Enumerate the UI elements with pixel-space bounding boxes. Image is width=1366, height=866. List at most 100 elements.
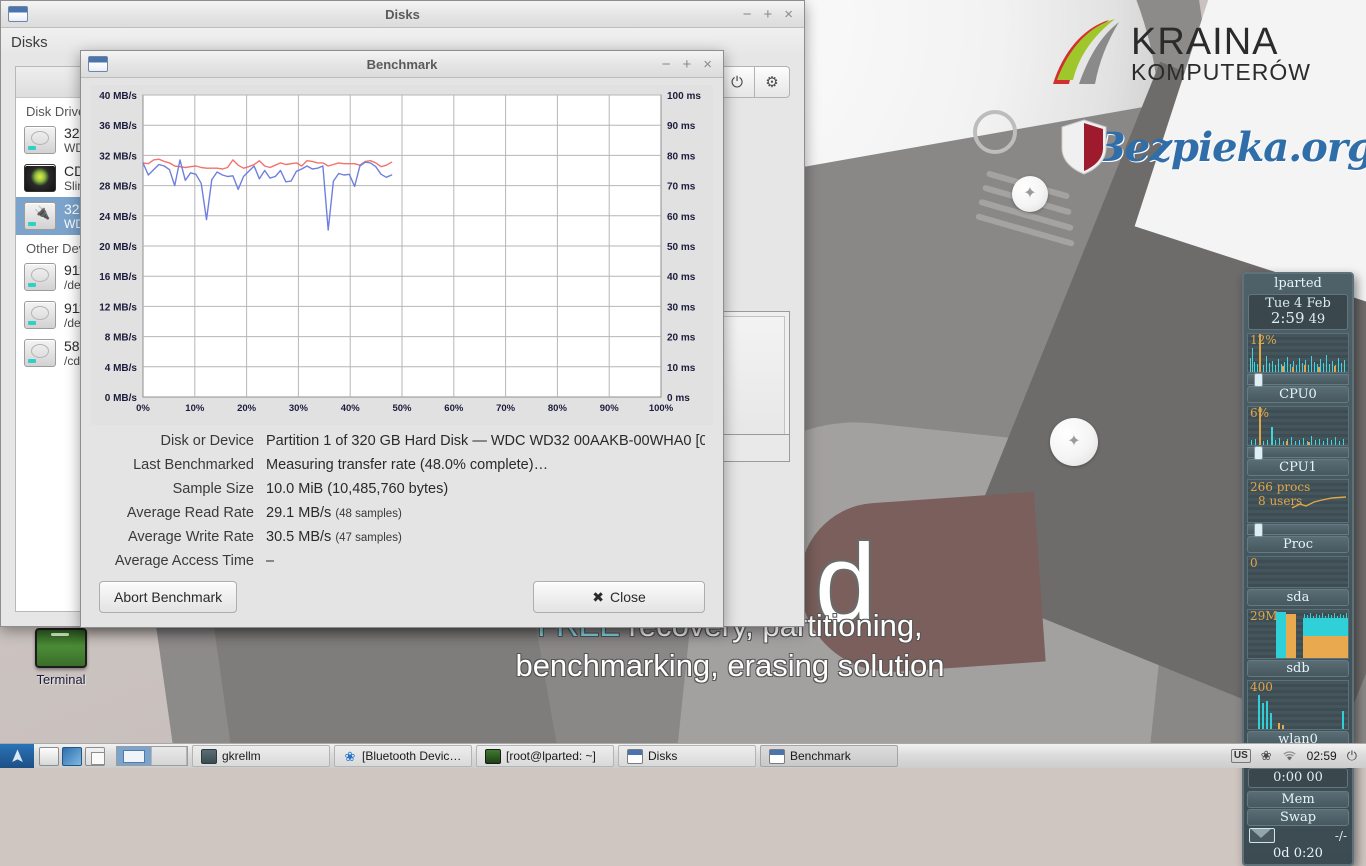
svg-text:0%: 0% (136, 403, 150, 414)
benchmark-actions: Abort Benchmark ✖ Close (81, 581, 723, 613)
gkrellm-load[interactable]: 0 sda (1247, 556, 1349, 606)
svg-text:20 ms: 20 ms (667, 333, 696, 344)
gkrellm-cpu1[interactable]: 6% CPU1 (1247, 406, 1349, 476)
taskbar-launchers[interactable] (34, 746, 110, 766)
disks-app-menu-label[interactable]: Disks (11, 34, 48, 51)
detail-row: Sample Size 10.0 MiB (10,485,760 bytes) (99, 481, 705, 497)
taskbar-item-disks[interactable]: Disks (618, 745, 756, 767)
system-tray[interactable]: US ❀ 02:59 ⏻ (1230, 748, 1366, 764)
gear-icon[interactable]: ⚙ (755, 66, 790, 98)
svg-text:50 ms: 50 ms (667, 242, 696, 253)
wifi-icon[interactable] (1282, 750, 1297, 762)
network-icon[interactable] (62, 746, 82, 766)
cpu0-graph: 12% (1247, 333, 1349, 373)
taskbar-item-bluetooth[interactable]: ❀ [Bluetooth Devic… (334, 745, 472, 767)
optical-disc-icon (24, 164, 56, 192)
block-device-icon (24, 339, 56, 367)
detail-label: Disk or Device (160, 433, 254, 449)
workspace-switcher[interactable] (116, 746, 188, 766)
gkrellm-cpu0[interactable]: 12% CPU0 (1247, 333, 1349, 403)
gkrellm-ppp-timer: 0:00 00 (1248, 768, 1348, 788)
mail-count: -/- (1334, 828, 1347, 843)
screw-star-icon: ✦ (1067, 433, 1081, 450)
gkrellm-seconds: 49 (1308, 312, 1326, 327)
svg-text:20 MB/s: 20 MB/s (99, 242, 137, 253)
files-icon[interactable] (39, 746, 59, 766)
cpu1-slider[interactable] (1247, 446, 1349, 460)
gkrellm-mem[interactable]: Mem Swap (1247, 791, 1349, 826)
proc-slider[interactable] (1247, 523, 1349, 537)
taskbar-item-benchmark[interactable]: Benchmark (760, 745, 898, 767)
svg-text:100 ms: 100 ms (667, 91, 701, 102)
svg-text:32 MB/s: 32 MB/s (99, 151, 137, 162)
benchmark-window[interactable]: Benchmark − + × 0 MB/s 0 ms 4 MB/s 10 ms 8 M… (80, 50, 724, 628)
benchmark-details: Disk or Device Partition 1 of 320 GB Har… (81, 433, 723, 577)
maximize-button[interactable]: + (682, 57, 691, 72)
benchmark-chart-svg: 0 MB/s 0 ms4 MB/s 10 ms8 MB/s 20 ms12 MB/s 3… (99, 91, 701, 414)
svg-text:28 MB/s: 28 MB/s (99, 182, 137, 193)
cpu1-graph: 6% (1247, 406, 1349, 446)
detail-value: Partition 1 of 320 GB Hard Disk — WDC WD… (266, 433, 705, 449)
detail-value: – (266, 553, 275, 569)
hard-disk-icon (24, 126, 56, 154)
minimize-button[interactable]: − (662, 57, 671, 72)
maximize-button[interactable]: + (763, 7, 772, 22)
cpu1-label: CPU1 (1247, 459, 1349, 476)
taskbar-item-label: Benchmark (790, 749, 851, 763)
kraina-line2: KOMPUTERÓW (1131, 58, 1311, 85)
disks-titlebar[interactable]: Disks − + × (1, 1, 804, 28)
svg-text:90 ms: 90 ms (667, 121, 696, 132)
disks-window-controls[interactable]: − + × (743, 7, 804, 22)
kraina-komputerow-logo: KRAINA KOMPUTERÓW (1045, 18, 1311, 88)
taskbar-item-terminal[interactable]: [root@lparted: ~] (476, 745, 614, 767)
gkrellm-clock: Tue 4 Feb 2:59 49 (1248, 294, 1348, 330)
close-button[interactable]: × (784, 7, 793, 22)
keyboard-layout-indicator[interactable]: US (1230, 749, 1251, 763)
close-button[interactable]: ✖ Close (533, 581, 705, 613)
benchmark-window-controls[interactable]: − + × (662, 57, 723, 72)
svg-text:10%: 10% (185, 403, 205, 414)
svg-text:30%: 30% (289, 403, 309, 414)
bluetooth-icon[interactable]: ❀ (1261, 748, 1272, 764)
svg-text:12 MB/s: 12 MB/s (99, 302, 137, 313)
disks-icon (627, 748, 643, 764)
terminal-icon (485, 748, 501, 764)
svg-text:0 MB/s: 0 MB/s (105, 393, 138, 404)
gkrellm-panel[interactable]: lparted Tue 4 Feb 2:59 49 12% CPU0 6% CP… (1242, 272, 1354, 866)
close-button[interactable]: × (703, 57, 712, 72)
svg-text:30 ms: 30 ms (667, 302, 696, 313)
cpu1-percent: 6% (1250, 406, 1270, 420)
detail-value: 29.1 MB/s (48 samples) (266, 505, 402, 521)
cpu0-slider[interactable] (1247, 373, 1349, 387)
workspace-1[interactable] (117, 747, 152, 765)
detail-row: Average Access Time – (99, 553, 705, 569)
gkrellm-sda[interactable]: 29M sdb (1247, 609, 1349, 677)
taskbar-item-label: Disks (648, 749, 678, 763)
gkrellm-time: 2:59 (1270, 309, 1305, 327)
device-size: 58 (64, 338, 80, 354)
gkrellm-mail[interactable]: -/- (1244, 826, 1352, 845)
tray-clock[interactable]: 02:59 (1307, 749, 1337, 763)
start-menu-button[interactable] (0, 744, 34, 768)
power-icon[interactable]: ⏻ (1347, 748, 1357, 764)
detail-label: Average Write Rate (128, 529, 254, 545)
windows-icon[interactable] (85, 746, 105, 766)
taskbar[interactable]: gkrellm ❀ [Bluetooth Devic… [root@lparte… (0, 743, 1366, 768)
detail-value-sub: (47 samples) (335, 532, 402, 544)
envelope-icon (1249, 828, 1275, 843)
desktop-icon-terminal[interactable]: Terminal (25, 628, 97, 687)
minimize-button[interactable]: − (743, 7, 752, 22)
power-icon[interactable]: ⏻ (719, 66, 755, 98)
taskbar-item-gkrellm[interactable]: gkrellm (192, 745, 330, 767)
abort-benchmark-button[interactable]: Abort Benchmark (99, 581, 238, 613)
bezpieka-logo: Bezpieka.org (1060, 118, 1366, 176)
detail-value: Measuring transfer rate (48.0% complete)… (266, 457, 549, 473)
disks-window-title: Disks (385, 6, 420, 22)
svg-text:60%: 60% (444, 403, 464, 414)
detail-label: Average Read Rate (126, 505, 254, 521)
gkrellm-proc[interactable]: 266 procs 8 users Proc (1247, 479, 1349, 553)
screw-star-icon: ✦ (1023, 185, 1037, 202)
benchmark-chart: 0 MB/s 0 ms 4 MB/s 10 ms 8 MB/s 20 ms 12 MB/s 3… (91, 85, 713, 425)
workspace-2[interactable] (152, 747, 187, 765)
benchmark-titlebar[interactable]: Benchmark − + × (81, 51, 723, 78)
